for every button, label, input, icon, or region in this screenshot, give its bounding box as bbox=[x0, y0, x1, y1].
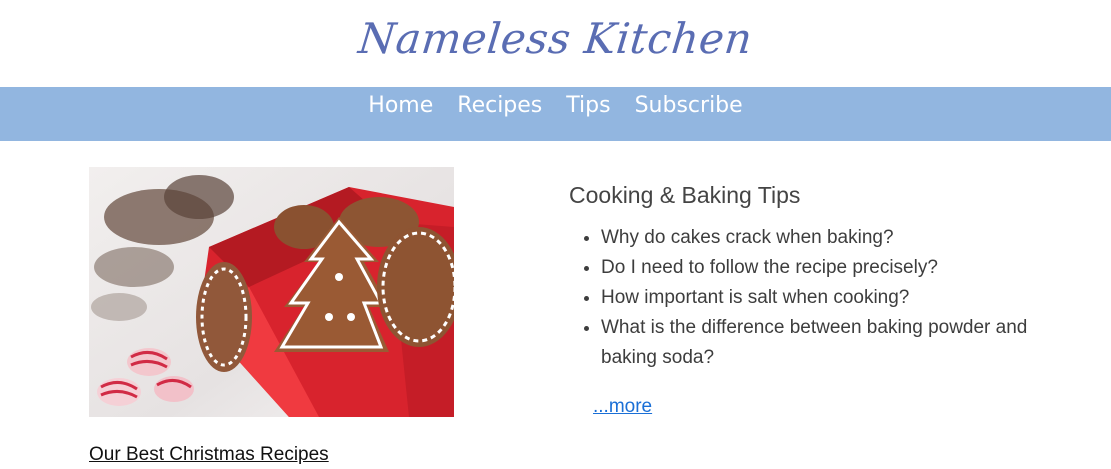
site-logo[interactable]: Nameless Kitchen bbox=[0, 14, 1111, 63]
nav-link-recipes[interactable]: Recipes bbox=[457, 87, 542, 125]
more-tips-link[interactable]: ...more bbox=[593, 396, 652, 418]
main-navigation: Home Recipes Tips Subscribe bbox=[0, 87, 1111, 141]
nav-link-home[interactable]: Home bbox=[368, 87, 433, 125]
christmas-cookies-image[interactable] bbox=[89, 167, 454, 417]
tips-heading: Cooking & Baking Tips bbox=[569, 182, 801, 208]
christmas-recipes-link[interactable]: Our Best Christmas Recipes bbox=[89, 444, 329, 466]
tip-item: Why do cakes crack when baking? bbox=[601, 223, 1039, 253]
tip-item: How important is salt when cooking? bbox=[601, 283, 1039, 313]
cooking-tips-section: Cooking & Baking Tips Why do cakes crack… bbox=[569, 182, 1039, 373]
gingerbread-cookies-illustration bbox=[89, 167, 454, 417]
tips-list: Why do cakes crack when baking? Do I nee… bbox=[569, 223, 1039, 373]
site-header: Nameless Kitchen bbox=[0, 0, 1111, 87]
nav-link-tips[interactable]: Tips bbox=[566, 87, 610, 125]
nav-link-subscribe[interactable]: Subscribe bbox=[635, 87, 743, 125]
tip-item: What is the difference between baking po… bbox=[601, 313, 1039, 373]
tip-item: Do I need to follow the recipe precisely… bbox=[601, 253, 1039, 283]
